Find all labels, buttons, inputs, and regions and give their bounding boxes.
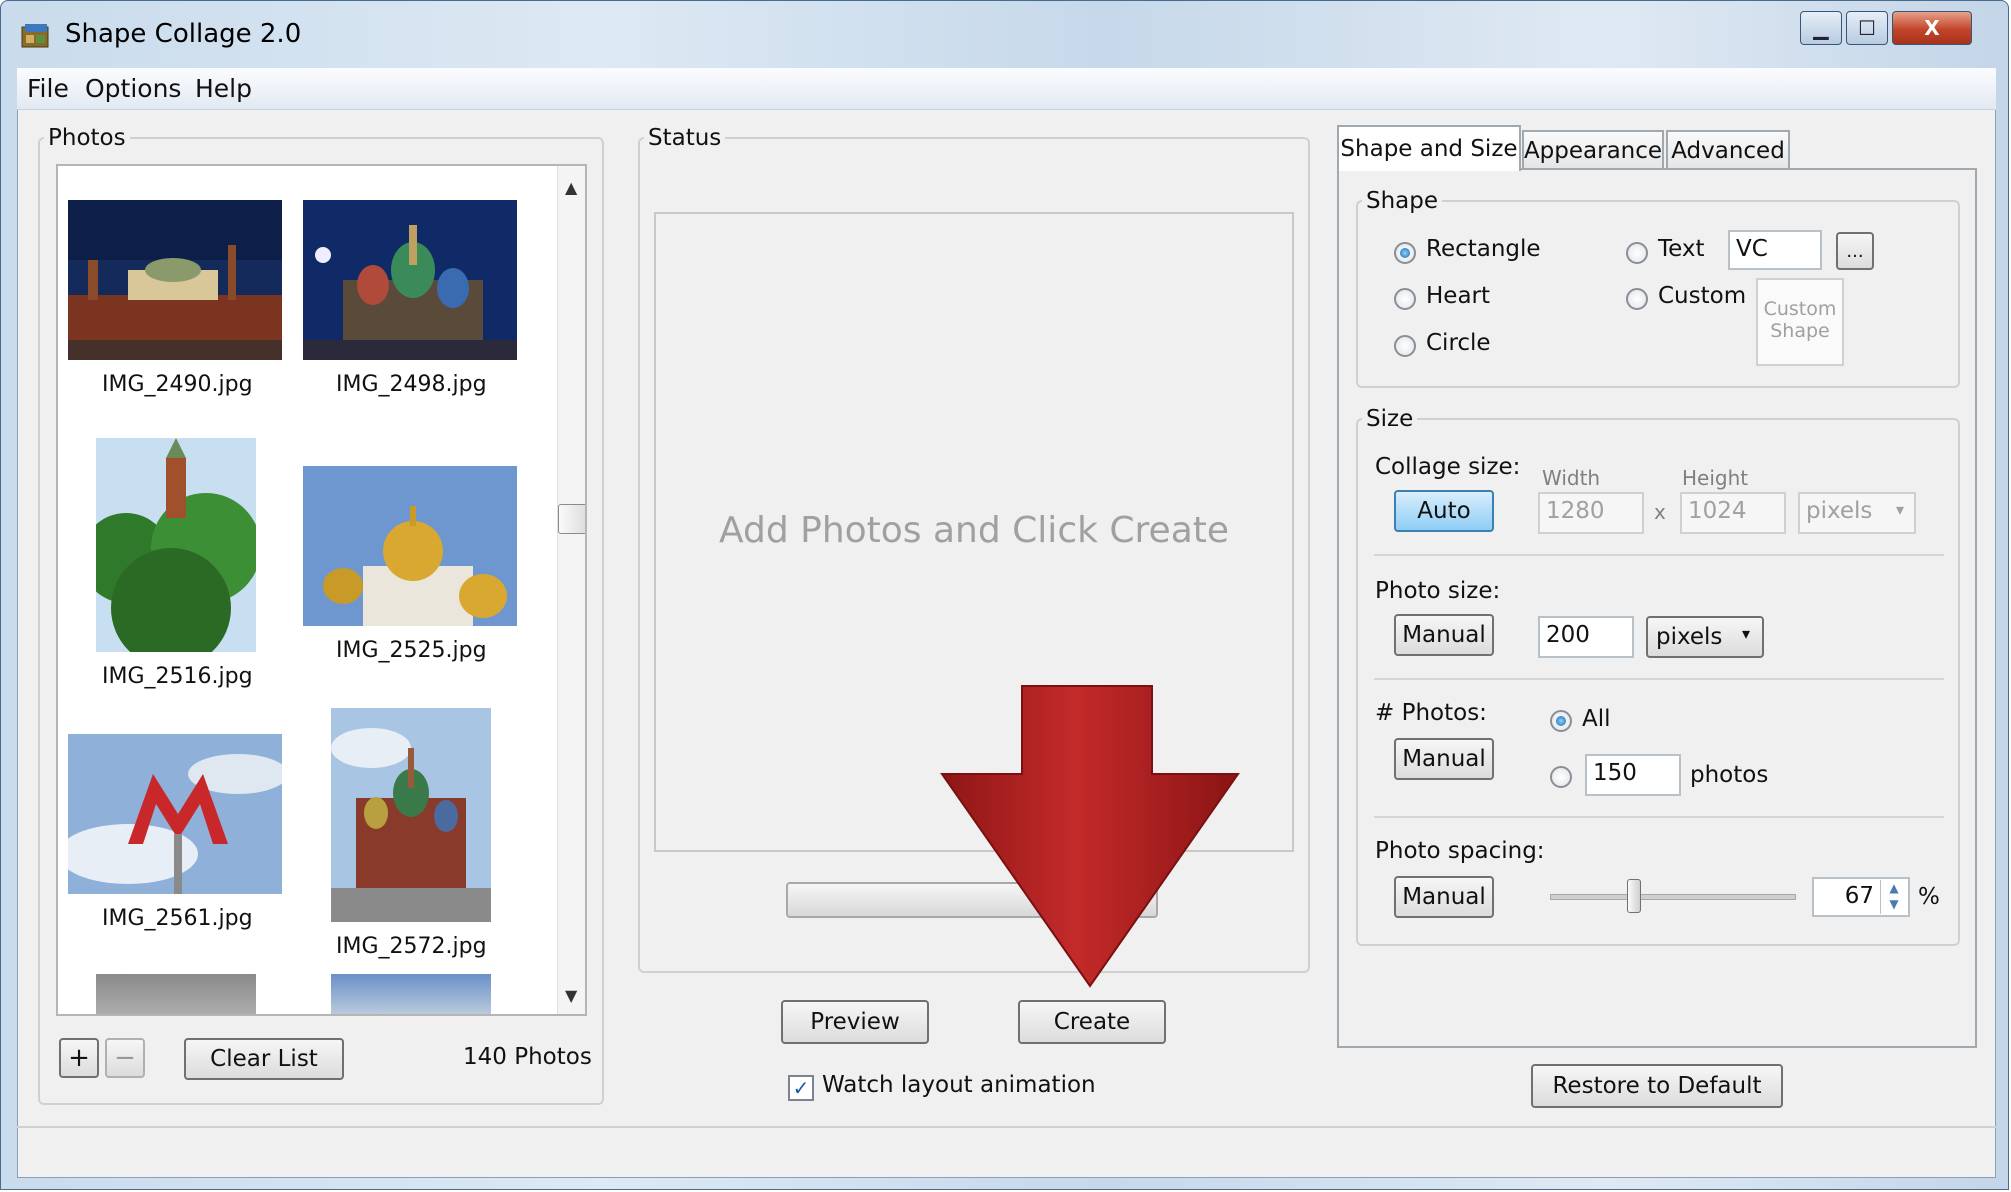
browse-font-button[interactable]: ... [1836,232,1874,270]
custom-shape-text-2: Shape [1770,320,1830,342]
photo-thumb-5[interactable] [68,734,282,894]
status-placeholder: Add Photos and Click Create [718,510,1230,551]
rectangle-label: Rectangle [1426,236,1541,262]
photo-caption: IMG_2490.jpg [102,372,253,397]
photos-count-radio[interactable] [1550,766,1572,788]
chevron-down-icon: ▾ [1895,500,1904,519]
add-photo-button[interactable]: + [59,1038,99,1078]
photo-thumb-8[interactable] [331,974,491,1014]
photo-caption: IMG_2572.jpg [336,934,487,959]
custom-shape-text-1: Custom [1763,298,1837,320]
photo-thumb-4[interactable] [303,466,517,626]
menu-options[interactable]: Options [85,74,181,103]
spacing-unit-label: % [1918,884,1940,910]
tab-shape-and-size[interactable]: Shape and Size [1337,125,1521,171]
photo-spacing-manual-button[interactable]: Manual [1394,876,1494,918]
restore-default-button[interactable]: Restore to Default [1531,1064,1783,1108]
app-icon [21,24,49,48]
photo-thumb-1[interactable] [68,200,282,360]
width-label: Width [1542,466,1601,490]
custom-label: Custom [1658,283,1747,309]
spacing-slider-track[interactable] [1550,879,1796,913]
text-radio[interactable] [1626,242,1648,264]
photo-list[interactable]: IMG_2490.jpg IMG_2498.jpg IMG_2516.jpg I… [56,164,587,1016]
preview-button[interactable]: Preview [781,1000,929,1044]
tab-advanced[interactable]: Advanced [1666,130,1790,170]
size-legend: Size [1366,406,1414,432]
photo-size-label: Photo size: [1375,578,1501,604]
text-label: Text [1658,236,1705,262]
maximize-button[interactable]: ☐ [1846,11,1888,45]
photo-caption: IMG_2498.jpg [336,372,487,397]
rectangle-radio[interactable] [1394,242,1416,264]
custom-radio[interactable] [1626,288,1648,310]
divider [1374,816,1944,818]
photo-size-unit-value: pixels [1656,624,1723,650]
photos-count-label: # Photos: [1375,700,1487,726]
remove-photo-button[interactable]: − [105,1038,145,1078]
menu-help[interactable]: Help [195,74,252,103]
divider [1374,554,1944,556]
photo-size-unit-select[interactable]: pixels ▾ [1646,616,1764,658]
tab-appearance[interactable]: Appearance [1522,130,1664,170]
close-button[interactable]: X [1892,11,1972,45]
red-arrow-icon [940,685,1240,988]
photo-thumb-3[interactable] [96,438,256,652]
photo-size-manual-button[interactable]: Manual [1394,614,1494,656]
collage-auto-button[interactable]: Auto [1394,490,1494,532]
chevron-down-icon: ▾ [1741,624,1750,643]
circle-radio[interactable] [1394,335,1416,357]
scrollbar-thumb[interactable] [558,504,585,534]
title-bar[interactable]: Shape Collage 2.0 ▁ ☐ X [1,1,2010,69]
collage-width-input[interactable]: 1280 [1538,492,1644,534]
photo-size-input[interactable]: 200 [1538,616,1634,658]
shape-text-input[interactable]: VC [1728,230,1822,270]
divider [1374,678,1944,680]
status-bar-divider [17,1126,1996,1128]
collage-unit-value: pixels [1806,498,1873,524]
status-legend: Status [648,125,722,151]
watch-animation-label: Watch layout animation [822,1072,1096,1098]
height-label: Height [1682,466,1749,490]
collage-height-input[interactable]: 1024 [1680,492,1786,534]
heart-radio[interactable] [1394,288,1416,310]
photos-legend: Photos [48,125,126,151]
menu-bar: File Options Help [17,68,1996,110]
photo-caption: IMG_2525.jpg [336,638,487,663]
photos-unit-label: photos [1690,762,1769,788]
custom-shape-button[interactable]: Custom Shape [1756,278,1844,366]
watch-animation-checkbox[interactable]: ✓ [788,1075,814,1101]
scroll-down-icon[interactable]: ▼ [565,986,577,1005]
photos-all-radio[interactable] [1550,710,1572,732]
shape-legend: Shape [1366,188,1439,214]
photo-count: 140 Photos [463,1044,592,1070]
photo-list-scrollbar[interactable]: ▲ ▼ [557,166,585,1014]
heart-label: Heart [1426,283,1491,309]
scroll-up-icon[interactable]: ▲ [565,178,577,197]
spacing-slider-thumb[interactable] [1626,879,1641,913]
times-label: x [1654,500,1666,524]
photos-count-input[interactable]: 150 [1585,754,1681,796]
menu-file[interactable]: File [27,74,69,103]
spin-arrows-icon[interactable]: ▲ ▼ [1880,880,1907,914]
photos-manual-button[interactable]: Manual [1394,738,1494,780]
size-group: Size [1356,406,1960,946]
photo-caption: IMG_2516.jpg [102,664,253,689]
photo-thumb-6[interactable] [331,708,491,922]
circle-label: Circle [1426,330,1491,356]
collage-unit-select[interactable]: pixels ▾ [1798,492,1916,534]
clear-list-button[interactable]: Clear List [184,1038,344,1080]
photo-caption: IMG_2561.jpg [102,906,253,931]
photo-spacing-label: Photo spacing: [1375,838,1545,864]
window-title: Shape Collage 2.0 [65,19,302,49]
collage-size-label: Collage size: [1375,454,1521,480]
create-button[interactable]: Create [1018,1000,1166,1044]
photo-thumb-2[interactable] [303,200,517,360]
photo-thumb-7[interactable] [96,974,256,1014]
photos-all-label: All [1582,706,1611,732]
minimize-button[interactable]: ▁ [1800,11,1842,45]
